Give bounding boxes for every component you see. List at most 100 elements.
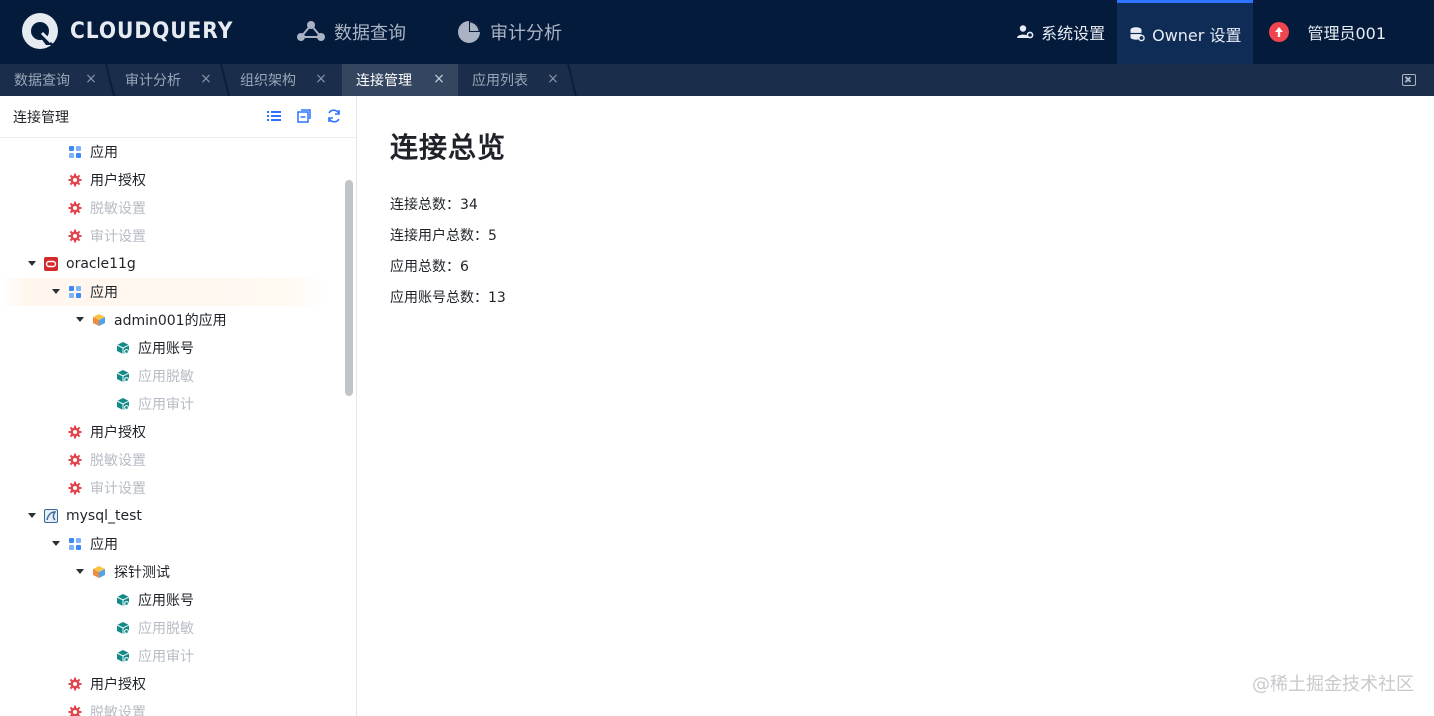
user-menu[interactable]: 管理员001: [1307, 20, 1386, 44]
tree-node[interactable]: 应用脱敏: [0, 362, 342, 390]
topnav-audit-analysis[interactable]: 审计分析: [456, 0, 562, 64]
tree-node-label: 脱敏设置: [90, 453, 146, 469]
system-settings-button[interactable]: 系统设置: [1004, 0, 1117, 64]
tree-node[interactable]: 应用: [0, 530, 342, 558]
main-content: 连接总览 连接总数：34 连接用户总数：5 应用总数：6 应用账号总数：13 @…: [358, 96, 1434, 716]
tree-node-label: 应用: [90, 145, 118, 161]
tree-node[interactable]: 应用: [0, 138, 342, 166]
app-grid-icon: [68, 145, 82, 159]
tree-node-label: 应用: [90, 537, 118, 553]
gear-icon: [68, 453, 82, 467]
tree-node[interactable]: 审计设置: [0, 474, 342, 502]
tree-node-label: 用户授权: [90, 425, 146, 441]
tree-node[interactable]: 用户授权: [0, 670, 342, 698]
tree-node-label: 应用: [90, 285, 118, 301]
pie-chart-icon: [458, 21, 480, 43]
tree-node[interactable]: 应用: [0, 278, 342, 306]
tab-data-query[interactable]: 数据查询 ×: [0, 64, 110, 96]
tree-node[interactable]: 脱敏设置: [0, 446, 342, 474]
user-gear-icon: [1017, 25, 1034, 39]
tree-node[interactable]: 应用审计: [0, 642, 342, 670]
gear-icon: [68, 173, 82, 187]
refresh-icon[interactable]: [326, 108, 342, 124]
cube-icon: [92, 313, 106, 327]
tab-app-list[interactable]: 应用列表 ×: [458, 64, 572, 96]
tab-label: 组织架构: [240, 73, 296, 89]
caret-down-icon[interactable]: [76, 569, 84, 575]
tree-node[interactable]: admin001的应用: [0, 306, 342, 334]
caret-down-icon[interactable]: [52, 289, 60, 295]
upgrade-button[interactable]: [1269, 22, 1290, 42]
caret-down-icon[interactable]: [28, 513, 36, 519]
owner-settings-button[interactable]: Owner 设置: [1117, 0, 1254, 64]
tree-node[interactable]: 审计设置: [0, 222, 342, 250]
topnav-label: 数据查询: [334, 23, 406, 44]
gear-icon: [68, 481, 82, 495]
tree-node-label: 用户授权: [90, 677, 146, 693]
tree-node[interactable]: oracle11g: [0, 250, 342, 278]
gear-icon: [68, 201, 82, 215]
tab-bar: 数据查询 × 审计分析 × 组织架构 × 连接管理 × 应用列表 ×: [0, 64, 1434, 96]
stat-connection-total: 连接总数：34: [390, 197, 478, 213]
sidebar-header: 连接管理: [0, 96, 356, 138]
tree-node[interactable]: 探针测试: [0, 558, 342, 586]
tab-audit-analysis[interactable]: 审计分析 ×: [111, 64, 225, 96]
close-icon[interactable]: ×: [546, 72, 560, 86]
stat-app-accounts: 应用账号总数：13: [390, 290, 506, 306]
gear-icon: [68, 229, 82, 243]
collapse-icon[interactable]: [296, 108, 312, 124]
tree-node[interactable]: 用户授权: [0, 166, 342, 194]
close-all-tabs-icon[interactable]: [1402, 74, 1416, 86]
top-nav: 数据查询 审计分析: [296, 0, 612, 64]
sidebar-scrollbar[interactable]: [345, 180, 353, 396]
sidebar-title: 连接管理: [13, 109, 69, 126]
gear-icon: [68, 425, 82, 439]
tab-label: 应用列表: [472, 73, 528, 89]
caret-down-icon[interactable]: [76, 317, 84, 323]
oracle-icon: [44, 257, 58, 271]
list-icon[interactable]: [266, 108, 282, 124]
caret-down-icon[interactable]: [28, 261, 36, 267]
header-actions: 系统设置 Owner 设置 管理员001: [1004, 0, 1434, 64]
tree-node-label: 应用脱敏: [138, 621, 194, 637]
close-icon[interactable]: ×: [199, 72, 213, 86]
tree-node[interactable]: mysql_test: [0, 502, 342, 530]
tree-node-label: 脱敏设置: [90, 705, 146, 716]
tree-node-label: admin001的应用: [114, 313, 227, 329]
tree-node-label: 应用审计: [138, 397, 194, 413]
tree-node-label: 脱敏设置: [90, 201, 146, 217]
tree-node[interactable]: 应用审计: [0, 390, 342, 418]
tree-node[interactable]: 脱敏设置: [0, 194, 342, 222]
tree-node[interactable]: 应用账号: [0, 334, 342, 362]
page-title: 连接总览: [390, 131, 507, 164]
package-icon: [116, 593, 130, 607]
tab-connection-management[interactable]: 连接管理 ×: [342, 64, 458, 96]
tree-node[interactable]: 脱敏设置: [0, 698, 342, 716]
topnav-data-query[interactable]: 数据查询: [296, 0, 406, 64]
app-grid-icon: [68, 285, 82, 299]
close-icon[interactable]: ×: [314, 72, 328, 86]
tree-node[interactable]: 用户授权: [0, 418, 342, 446]
package-icon: [116, 369, 130, 383]
package-icon: [116, 397, 130, 411]
tab-label: 审计分析: [125, 73, 181, 89]
database-gear-icon: [1130, 26, 1145, 41]
caret-down-icon[interactable]: [52, 541, 60, 547]
tab-org-structure[interactable]: 组织架构 ×: [226, 64, 340, 96]
sidebar-tools: [252, 108, 342, 124]
top-header: CLOUDQUERY 数据查询 审计分析 系统设置 Owner 设置 管理员00…: [0, 0, 1434, 64]
tree-node[interactable]: 应用账号: [0, 586, 342, 614]
package-icon: [116, 621, 130, 635]
tree-node-label: oracle11g: [66, 256, 136, 272]
close-icon[interactable]: ×: [84, 72, 98, 86]
tree-node-label: 用户授权: [90, 173, 146, 189]
tree-node[interactable]: 应用脱敏: [0, 614, 342, 642]
tree-node-label: 应用账号: [138, 341, 194, 357]
watermark: @稀土掘金技术社区: [1252, 674, 1414, 695]
logo[interactable]: CLOUDQUERY: [20, 11, 247, 51]
stat-connection-users: 连接用户总数：5: [390, 228, 497, 244]
stat-app-total: 应用总数：6: [390, 259, 469, 275]
topnav-label: 审计分析: [490, 23, 562, 44]
close-icon[interactable]: ×: [432, 72, 446, 86]
app-grid-icon: [68, 537, 82, 551]
